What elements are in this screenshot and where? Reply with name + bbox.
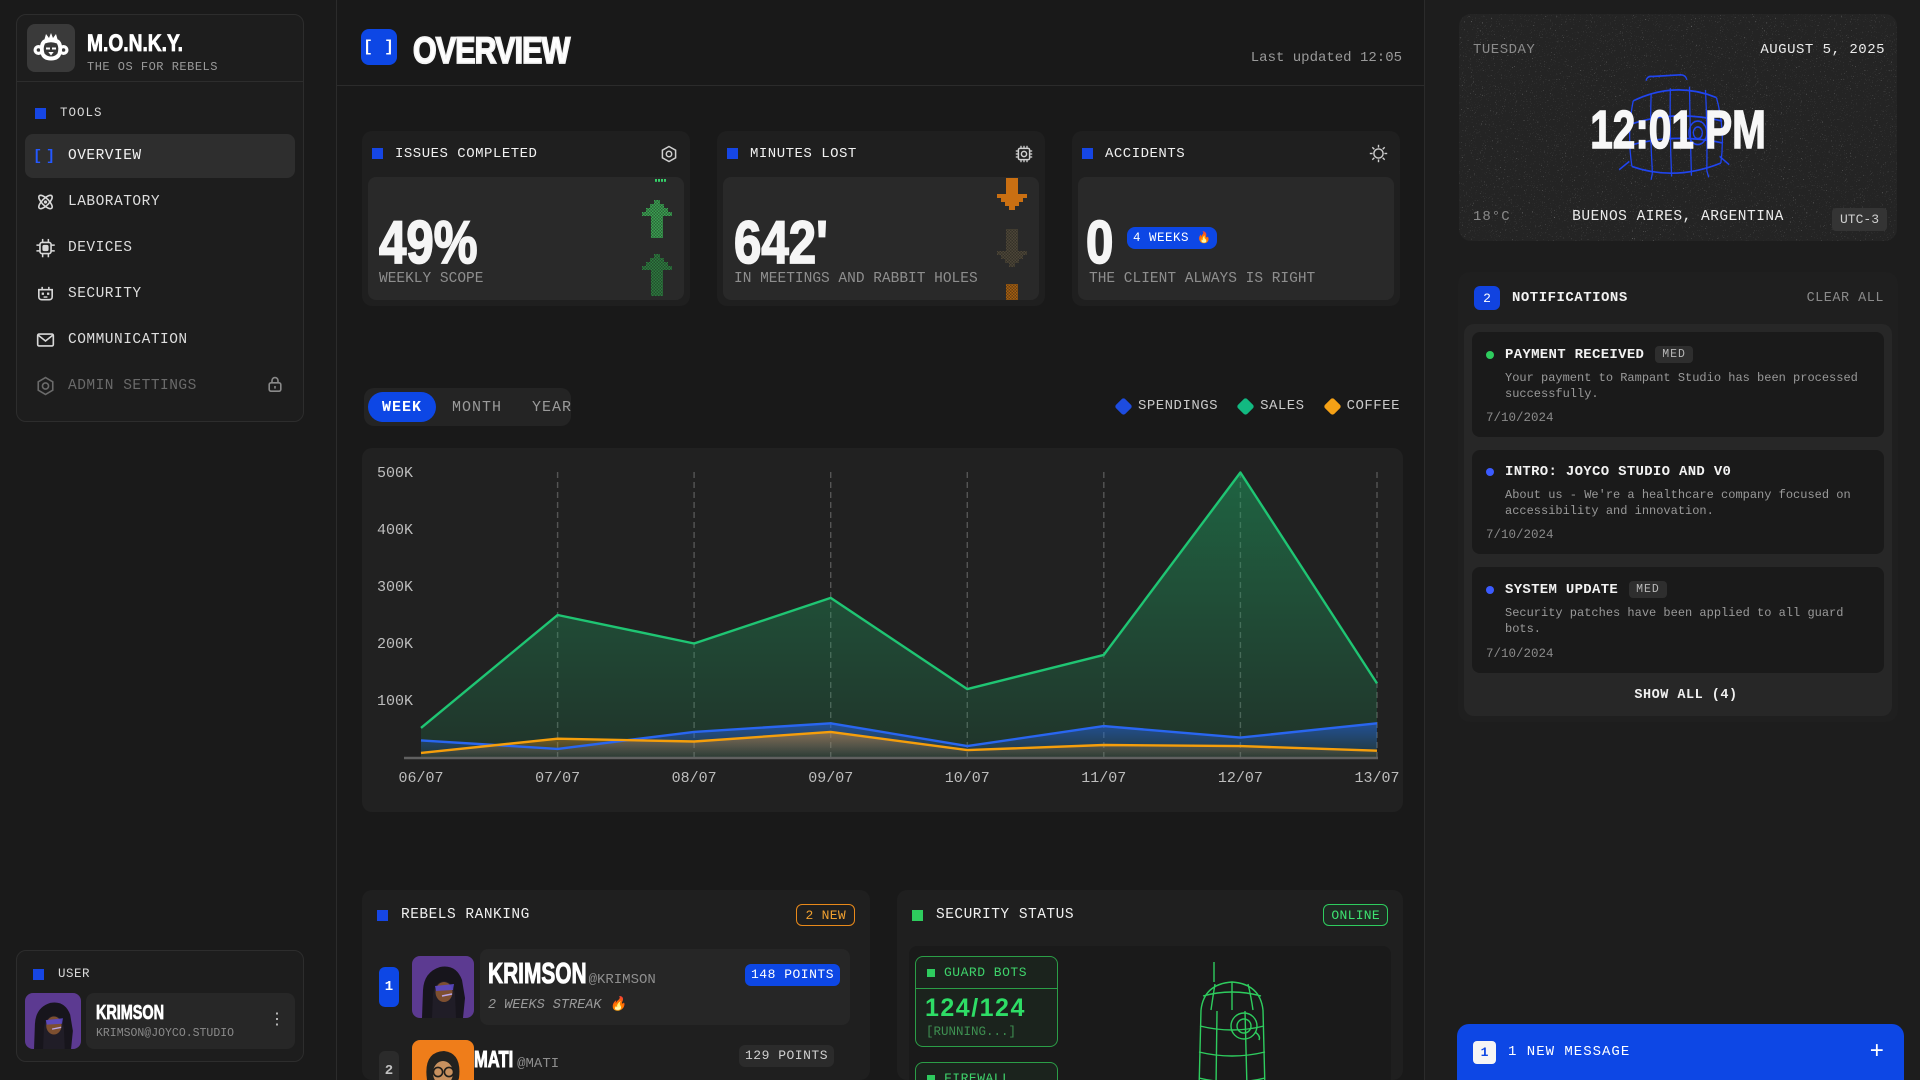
svg-text:200K: 200K <box>377 636 413 653</box>
svg-text:09/07: 09/07 <box>808 770 853 787</box>
svg-text:06/07: 06/07 <box>398 770 443 787</box>
svg-text:07/07: 07/07 <box>535 770 580 787</box>
svg-text:400K: 400K <box>377 522 413 539</box>
svg-text:10/07: 10/07 <box>945 770 990 787</box>
svg-text:08/07: 08/07 <box>672 770 717 787</box>
svg-text:12/07: 12/07 <box>1218 770 1263 787</box>
svg-text:11/07: 11/07 <box>1081 770 1126 787</box>
svg-text:300K: 300K <box>377 579 413 596</box>
svg-text:13/07: 13/07 <box>1354 770 1399 787</box>
svg-text:500K: 500K <box>377 465 413 482</box>
svg-text:100K: 100K <box>377 693 413 710</box>
